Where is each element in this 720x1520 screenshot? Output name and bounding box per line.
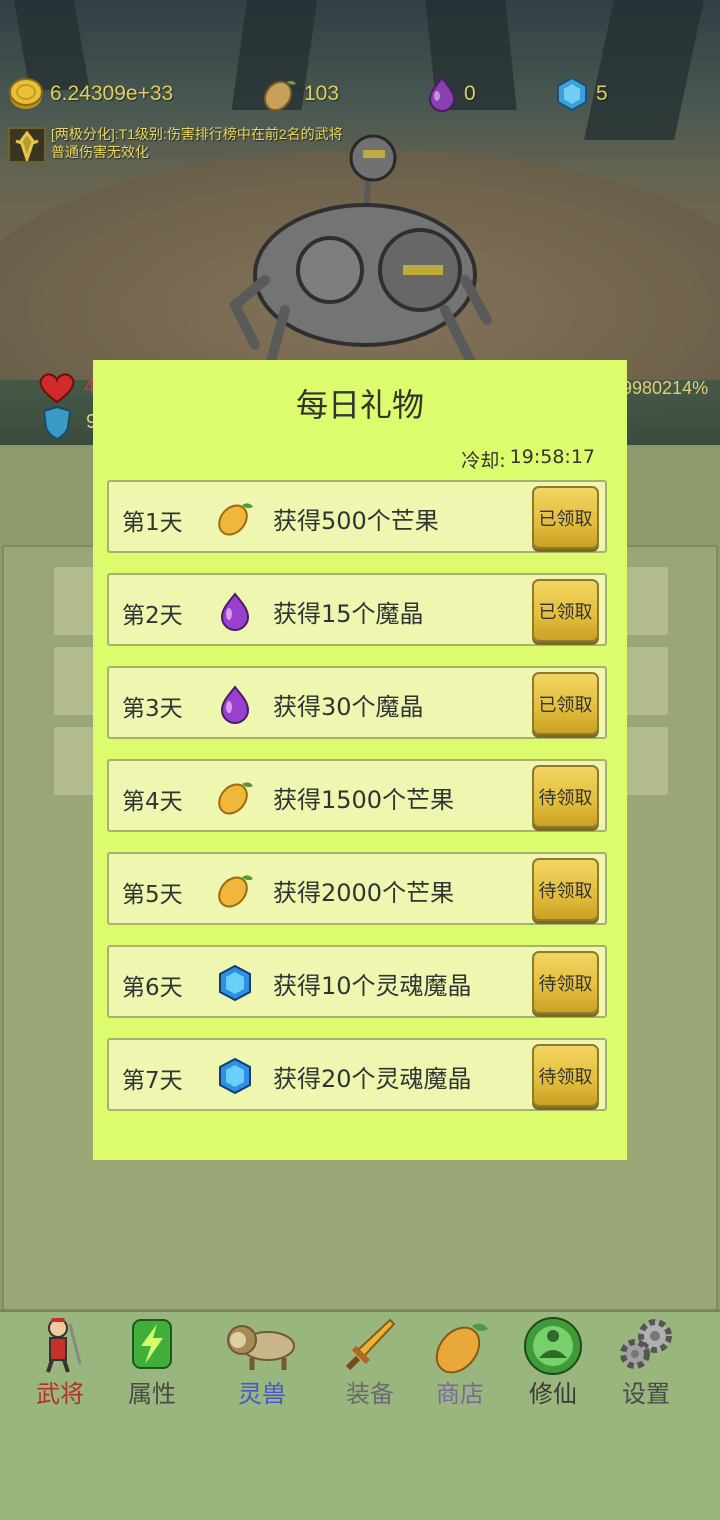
day-label: 第5天 xyxy=(122,882,183,908)
claimed-button[interactable]: 已领取 xyxy=(532,579,599,642)
pending-claim-button[interactable]: 待领取 xyxy=(532,858,599,921)
cooldown-timer: 冷却: 19:58:17 xyxy=(461,446,595,473)
bottom-nav: 武将 属性 灵兽 装备 商店 修仙 设置 xyxy=(0,1310,720,1520)
nav-settings[interactable]: 设置 xyxy=(600,1312,692,1412)
mango-icon xyxy=(263,80,296,111)
mango-counter: 103 xyxy=(262,74,339,114)
nav-warrior[interactable]: 武将 xyxy=(14,1312,106,1412)
magic-crystal-icon xyxy=(220,592,250,631)
gold-coin-icon xyxy=(9,78,43,109)
nav-shop[interactable]: 商店 xyxy=(414,1312,506,1412)
reward-text: 获得15个魔晶 xyxy=(273,600,424,628)
day-label: 第3天 xyxy=(122,696,183,722)
boss-shield: 9 xyxy=(42,405,97,445)
soul-crystal-counter: 5 xyxy=(554,74,608,114)
reward-text: 获得1500个芒果 xyxy=(273,786,455,814)
shield-icon xyxy=(42,405,72,441)
nav-label: 设置 xyxy=(622,1380,670,1408)
day-row-4: 第4天 获得1500个芒果 待领取 xyxy=(107,759,607,832)
day-label: 第6天 xyxy=(122,975,183,1001)
day-row-1: 第1天 获得500个芒果 已领取 xyxy=(107,480,607,553)
nav-equipment[interactable]: 装备 xyxy=(324,1312,416,1412)
mango-icon xyxy=(218,782,253,815)
claimed-button[interactable]: 已领取 xyxy=(532,672,599,735)
soul-crystal-icon xyxy=(219,964,251,1002)
nav-label: 武将 xyxy=(36,1380,84,1408)
pending-claim-button[interactable]: 待领取 xyxy=(532,951,599,1014)
reward-text: 获得30个魔晶 xyxy=(273,693,424,721)
nav-cultivation[interactable]: 修仙 xyxy=(507,1312,599,1412)
magic-crystal-amount: 0 xyxy=(464,82,476,105)
nav-attributes[interactable]: 属性 xyxy=(106,1312,198,1412)
daily-gift-modal: 每日礼物 冷却: 19:58:17 第1天 获得500个芒果 已领取 第2天 获… xyxy=(93,360,627,1160)
warrior-icon xyxy=(46,1318,82,1373)
nav-label: 商店 xyxy=(436,1380,484,1408)
cooldown-value: 19:58:17 xyxy=(509,446,595,468)
reward-text: 获得500个芒果 xyxy=(273,507,439,535)
buff-description: [两极分化]:T1级别:伤害排行榜中在前2名的武将 普通伤害无效化 xyxy=(51,125,343,161)
modal-title: 每日礼物 xyxy=(295,386,424,424)
boss-hp-percent: 9980214% xyxy=(622,378,709,398)
day-label: 第2天 xyxy=(122,603,183,629)
soul-crystal-icon xyxy=(557,76,587,112)
mango-amount: 103 xyxy=(304,82,340,105)
mango-icon xyxy=(218,875,253,908)
day-row-7: 第7天 获得20个灵魂魔晶 待领取 xyxy=(107,1038,607,1111)
magic-crystal-counter: 0 xyxy=(426,74,476,114)
day-row-3: 第3天 获得30个魔晶 已领取 xyxy=(107,666,607,739)
mango-icon xyxy=(435,1323,488,1374)
buff-line-1: [两极分化]:T1级别:伤害排行榜中在前2名的武将 xyxy=(51,126,343,142)
buff-info: [两极分化]:T1级别:伤害排行榜中在前2名的武将 普通伤害无效化 xyxy=(8,125,428,165)
nav-label: 修仙 xyxy=(529,1380,577,1408)
boss-hp: 4 xyxy=(38,372,95,408)
lion-icon xyxy=(227,1325,295,1370)
mango-icon xyxy=(218,503,253,536)
soul-crystal-amount: 5 xyxy=(596,82,608,105)
day-row-6: 第6天 获得10个灵魂魔晶 待领取 xyxy=(107,945,607,1018)
day-label: 第7天 xyxy=(122,1068,183,1094)
nav-label: 装备 xyxy=(346,1380,394,1408)
day-row-2: 第2天 获得15个魔晶 已领取 xyxy=(107,573,607,646)
sword-icon xyxy=(345,1318,396,1371)
lightning-icon xyxy=(132,1319,172,1369)
reward-text: 获得2000个芒果 xyxy=(273,879,455,907)
buff-warrior-icon xyxy=(8,127,46,164)
pending-claim-button[interactable]: 待领取 xyxy=(532,765,599,828)
buff-line-2: 普通伤害无效化 xyxy=(51,144,149,160)
gold-amount: 6.24309e+33 xyxy=(50,82,174,105)
soul-crystal-icon xyxy=(219,1057,251,1095)
nav-spirit-beast[interactable]: 灵兽 xyxy=(216,1312,308,1412)
nav-label: 属性 xyxy=(128,1380,176,1408)
claimed-button[interactable]: 已领取 xyxy=(532,486,599,549)
reward-text: 获得10个灵魂魔晶 xyxy=(273,972,472,1000)
meditation-icon xyxy=(524,1317,582,1375)
pending-claim-button[interactable]: 待领取 xyxy=(532,1044,599,1107)
gold-counter: 6.24309e+33 xyxy=(8,74,173,114)
day-row-5: 第5天 获得2000个芒果 待领取 xyxy=(107,852,607,925)
day-label: 第1天 xyxy=(122,510,183,536)
heart-icon xyxy=(39,373,75,404)
magic-crystal-icon xyxy=(220,685,250,724)
magic-crystal-icon xyxy=(428,76,456,112)
reward-text: 获得20个灵魂魔晶 xyxy=(273,1065,472,1093)
gear-icon xyxy=(620,1319,672,1369)
cooldown-label: 冷却: xyxy=(461,450,506,472)
day-label: 第4天 xyxy=(122,789,183,815)
nav-label: 灵兽 xyxy=(238,1380,286,1408)
